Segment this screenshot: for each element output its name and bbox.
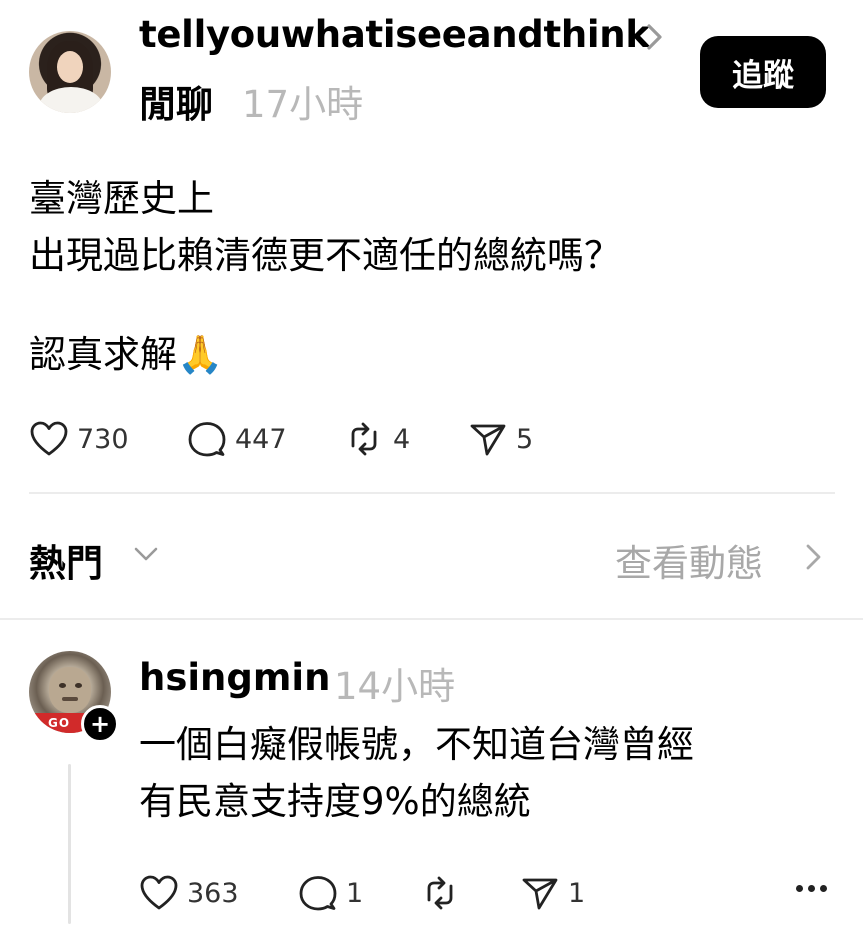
repost-button[interactable]: 4 bbox=[343, 420, 410, 458]
divider bbox=[0, 618, 863, 620]
comment-count: 447 bbox=[235, 423, 287, 455]
reply-body-line: 一個白癡假帳號，不知道台灣曾經 bbox=[139, 723, 694, 766]
heart-icon bbox=[29, 420, 69, 458]
post-author-name[interactable]: tellyouwhatiseeandthink bbox=[139, 13, 650, 56]
post-timestamp: 17小時 bbox=[242, 83, 364, 126]
comment-button[interactable]: 447 bbox=[187, 420, 287, 458]
post-body: 臺灣歷史上 出現過比賴清德更不適任的總統嗎？ bbox=[29, 170, 621, 284]
comment-icon bbox=[187, 420, 227, 458]
post-body-tail: 認真求解🙏 bbox=[29, 333, 224, 376]
post-body-line: 出現過比賴清德更不適任的總統嗎？ bbox=[29, 234, 621, 277]
post-topic-tag[interactable]: 閒聊 bbox=[139, 74, 213, 128]
reply-like-button[interactable]: 363 bbox=[139, 874, 239, 912]
reply-body-line: 有民意支持度9%的總統 bbox=[139, 780, 531, 823]
reply-comment-button[interactable]: 1 bbox=[298, 874, 363, 912]
reply-like-count: 363 bbox=[187, 877, 239, 909]
chevron-right-icon[interactable] bbox=[803, 540, 825, 574]
share-button[interactable]: 5 bbox=[468, 420, 533, 458]
post-body-line: 臺灣歷史上 bbox=[29, 177, 214, 220]
share-count: 5 bbox=[516, 423, 534, 455]
comment-icon bbox=[298, 874, 338, 912]
reply-timestamp: 14小時 bbox=[334, 665, 456, 708]
view-activity-link[interactable]: 查看動態 bbox=[615, 533, 763, 587]
reply-body: 一個白癡假帳號，不知道台灣曾經 有民意支持度9%的總統 bbox=[139, 716, 694, 830]
chevron-down-icon[interactable] bbox=[132, 541, 160, 565]
like-count: 730 bbox=[77, 423, 129, 455]
reply-comment-count: 1 bbox=[346, 877, 364, 909]
plus-icon: + bbox=[89, 710, 111, 738]
reply-share-count: 1 bbox=[568, 877, 586, 909]
reply-author-name[interactable]: hsingmin bbox=[139, 656, 330, 699]
chevron-right-icon[interactable] bbox=[640, 20, 670, 54]
heart-icon bbox=[139, 874, 179, 912]
thread-line bbox=[68, 764, 71, 924]
more-icon[interactable] bbox=[796, 885, 827, 892]
follow-plus-button[interactable]: + bbox=[81, 705, 119, 743]
like-button[interactable]: 730 bbox=[29, 420, 129, 458]
share-icon bbox=[520, 874, 560, 912]
avatar-tag: GO bbox=[29, 713, 89, 733]
follow-button[interactable]: 追蹤 bbox=[700, 36, 826, 108]
sort-selector[interactable]: 熱門 bbox=[29, 533, 103, 587]
post-author-avatar[interactable] bbox=[29, 31, 111, 113]
share-icon bbox=[468, 420, 508, 458]
repost-icon bbox=[419, 874, 461, 912]
reply-repost-button[interactable] bbox=[419, 874, 461, 912]
reply-share-button[interactable]: 1 bbox=[520, 874, 585, 912]
repost-count: 4 bbox=[393, 423, 411, 455]
divider bbox=[29, 492, 835, 494]
repost-icon bbox=[343, 420, 385, 458]
